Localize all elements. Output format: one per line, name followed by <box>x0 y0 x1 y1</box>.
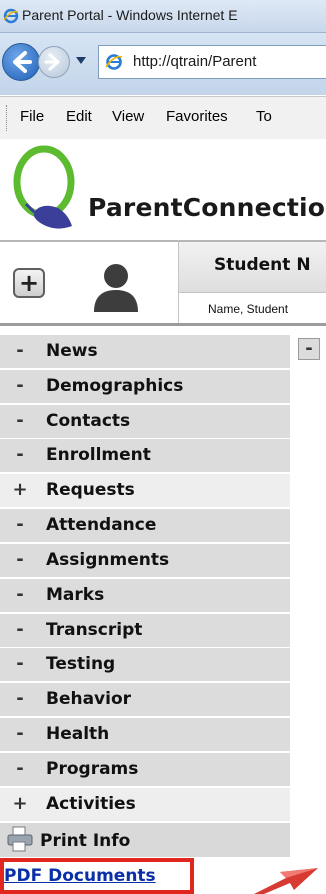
sidebar-item-label: Attendance <box>46 515 157 536</box>
menu-tools[interactable]: To <box>256 108 272 125</box>
expand-icon[interactable]: + <box>9 792 31 816</box>
sidebar-item-transcript[interactable]: - Transcript <box>0 613 290 647</box>
sidebar-item-marks[interactable]: - Marks <box>0 578 290 612</box>
sidebar-item-label: Health <box>46 723 110 744</box>
sidebar-item-demographics[interactable]: - Demographics <box>0 369 290 403</box>
student-header-label: Student N <box>214 255 311 275</box>
history-dropdown-icon[interactable] <box>76 57 86 65</box>
address-toolbar: http://qtrain/Parent <box>0 33 326 95</box>
sidebar-item-health[interactable]: - Health <box>0 717 290 751</box>
sidebar-item-contacts[interactable]: - Contacts <box>0 404 290 438</box>
sidebar-item-label: Transcript <box>46 619 143 640</box>
window-title: Parent Portal - Windows Internet E <box>22 7 238 23</box>
sidebar-item-label: Requests <box>46 480 135 501</box>
window-title-bar: Parent Portal - Windows Internet E <box>0 0 326 33</box>
student-panel: + Student N Name, Student <box>0 240 326 326</box>
sidebar-item-label: Enrollment <box>46 445 151 466</box>
avatar-icon <box>94 264 138 312</box>
collapse-icon[interactable]: - <box>9 443 31 467</box>
sidebar-item-label: Testing <box>46 654 116 675</box>
sidebar-item-assignments[interactable]: - Assignments <box>0 543 290 577</box>
back-arrow-icon <box>13 51 32 73</box>
student-name[interactable]: Name, Student <box>208 302 288 316</box>
collapse-icon[interactable]: - <box>9 409 31 433</box>
print-info-label: Print Info <box>40 831 131 851</box>
sidebar-item-label: Programs <box>46 758 139 779</box>
collapse-icon[interactable]: - <box>9 548 31 572</box>
collapse-icon[interactable]: - <box>9 513 31 537</box>
sidebar-item-testing[interactable]: - Testing <box>0 648 290 682</box>
sidebar-item-label: Assignments <box>46 549 170 570</box>
menu-file[interactable]: File <box>20 108 44 125</box>
collapse-icon[interactable]: - <box>9 722 31 746</box>
collapse-icon[interactable]: - <box>9 687 31 711</box>
collapse-icon[interactable]: - <box>9 339 31 363</box>
printer-icon <box>7 826 33 852</box>
forward-button[interactable] <box>38 46 70 78</box>
sidebar-item-news[interactable]: - News <box>0 335 290 368</box>
sidebar-item-programs[interactable]: - Programs <box>0 752 290 786</box>
sidebar-nav: - News - Demographics - Contacts - Enrollment + R… <box>0 335 300 822</box>
annotation-arrow-icon <box>254 868 318 894</box>
menu-edit[interactable]: Edit <box>66 108 92 125</box>
sidebar-item-label: Behavior <box>46 689 132 710</box>
menu-view[interactable]: View <box>112 108 144 125</box>
sidebar-item-label: Demographics <box>46 375 184 396</box>
collapse-icon[interactable]: - <box>9 757 31 781</box>
back-button[interactable] <box>2 43 40 81</box>
toolbar-grip <box>6 105 10 131</box>
sidebar-item-label: News <box>46 341 98 361</box>
collapse-icon[interactable]: - <box>9 652 31 676</box>
menu-bar: File Edit View Favorites To <box>0 96 326 140</box>
collapse-icon[interactable]: - <box>9 618 31 642</box>
sidebar-item-label: Contacts <box>46 410 131 431</box>
expand-icon[interactable]: + <box>9 478 31 502</box>
sidebar-item-behavior[interactable]: - Behavior <box>0 683 290 717</box>
address-bar[interactable]: http://qtrain/Parent <box>98 45 326 79</box>
sidebar-item-label: Marks <box>46 584 105 605</box>
collapse-icon[interactable]: - <box>9 374 31 398</box>
sidebar-item-activities[interactable]: + Activities <box>0 787 290 821</box>
collapse-icon[interactable]: - <box>9 583 31 607</box>
student-column-header: Student N <box>179 242 326 293</box>
add-student-button[interactable]: + <box>13 268 45 298</box>
add-icon: + <box>18 269 40 297</box>
sidebar-item-label: Activities <box>46 793 136 814</box>
sidebar-item-requests[interactable]: + Requests <box>0 474 290 508</box>
sidebar-item-attendance[interactable]: - Attendance <box>0 509 290 543</box>
collapse-all-button[interactable]: - <box>298 338 320 360</box>
print-info-item[interactable]: Print Info <box>0 823 290 857</box>
logo-banner: ParentConnectio <box>0 139 326 239</box>
address-text: http://qtrain/Parent <box>133 53 257 70</box>
internet-explorer-icon <box>3 8 19 24</box>
q-logo-icon <box>13 145 75 229</box>
pdf-documents-link[interactable]: PDF Documents <box>4 866 156 886</box>
forward-arrow-icon <box>44 53 60 71</box>
divider <box>0 323 326 326</box>
page-icon <box>105 54 123 70</box>
brand-name: ParentConnectio <box>88 193 326 222</box>
sidebar-item-enrollment[interactable]: - Enrollment <box>0 439 290 473</box>
menu-favorites[interactable]: Favorites <box>166 108 228 125</box>
